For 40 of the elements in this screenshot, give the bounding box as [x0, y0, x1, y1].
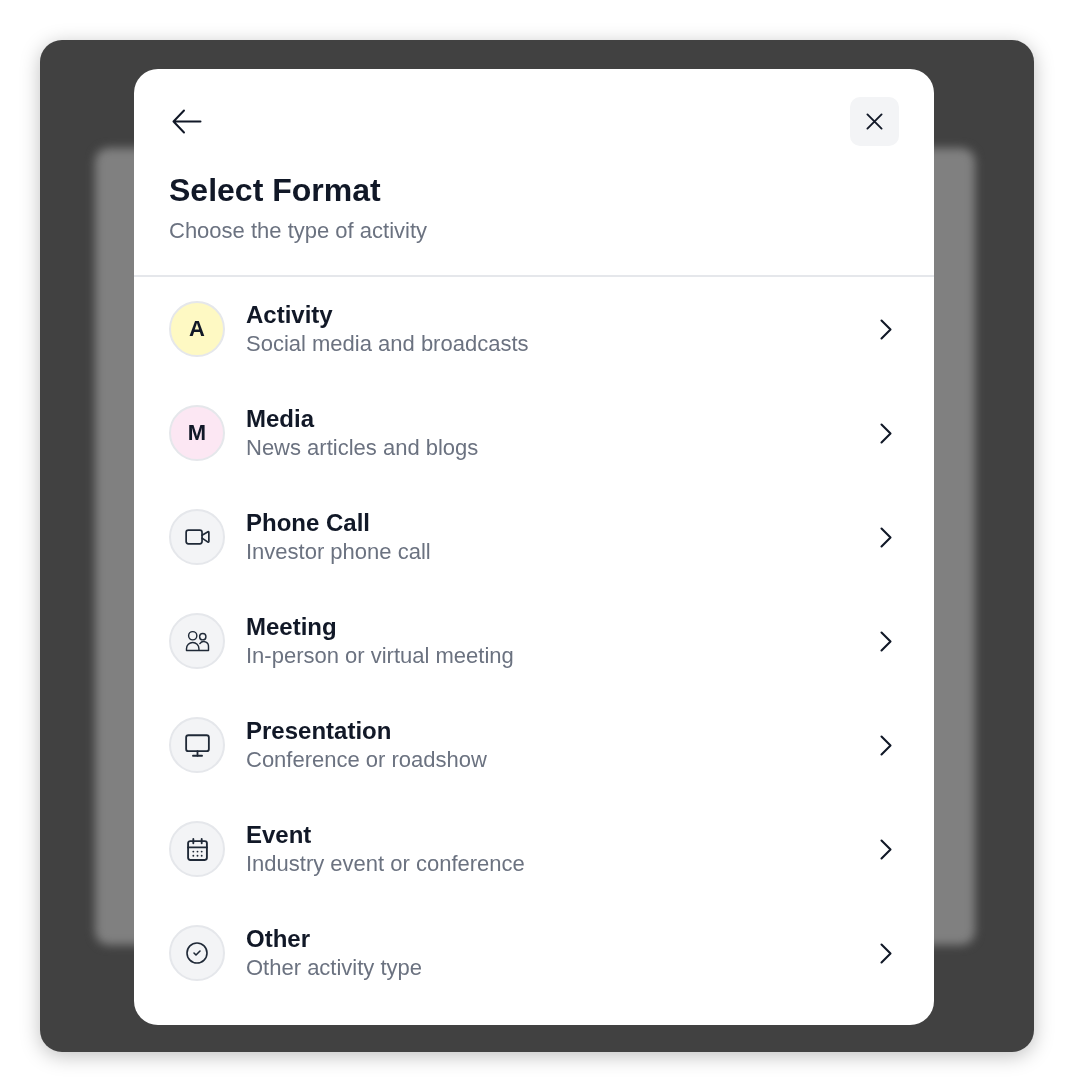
- dialog-subtitle: Choose the type of activity: [169, 217, 429, 245]
- people-icon: [169, 613, 225, 669]
- chevron-right-icon: [880, 838, 892, 860]
- option-description: In-person or virtual meeting: [246, 642, 515, 670]
- back-arrow-icon: [172, 109, 202, 134]
- format-option[interactable]: Presentation Conference or roadshow: [134, 693, 934, 797]
- option-description: Other activity type: [246, 954, 424, 982]
- chevron-right-icon: [880, 734, 892, 756]
- close-button[interactable]: [850, 97, 899, 146]
- monitor-icon: [169, 717, 225, 773]
- option-description: Industry event or conference: [246, 850, 526, 878]
- format-option[interactable]: Event Industry event or conference: [134, 797, 934, 901]
- format-option[interactable]: Meeting In-person or virtual meeting: [134, 589, 934, 693]
- option-description: Social media and broadcasts: [246, 330, 530, 358]
- option-title: Phone Call: [246, 508, 372, 537]
- option-title: Media: [246, 404, 316, 433]
- back-button[interactable]: [172, 109, 202, 134]
- dialog-title: Select Format: [169, 171, 382, 210]
- option-description: News articles and blogs: [246, 434, 480, 462]
- close-icon: [866, 113, 883, 130]
- format-option[interactable]: Phone Call Investor phone call: [134, 485, 934, 589]
- letter-avatar: A: [169, 301, 225, 357]
- video-camera-icon: [169, 509, 225, 565]
- chevron-right-icon: [880, 526, 892, 548]
- option-title: Meeting: [246, 612, 338, 641]
- option-title: Other: [246, 924, 311, 953]
- format-option[interactable]: Other Other activity type: [134, 901, 934, 1005]
- option-description: Investor phone call: [246, 538, 432, 566]
- option-title: Presentation: [246, 716, 393, 745]
- chevron-right-icon: [880, 942, 892, 964]
- format-option[interactable]: A Activity Social media and broadcasts: [134, 277, 934, 381]
- option-description: Conference or roadshow: [246, 746, 488, 774]
- letter-avatar: M: [169, 405, 225, 461]
- chevron-right-icon: [880, 422, 892, 444]
- option-title: Activity: [246, 300, 334, 329]
- format-option[interactable]: M Media News articles and blogs: [134, 381, 934, 485]
- calendar-icon: [169, 821, 225, 877]
- option-title: Event: [246, 820, 313, 849]
- chevron-right-icon: [880, 630, 892, 652]
- chevron-right-icon: [880, 318, 892, 340]
